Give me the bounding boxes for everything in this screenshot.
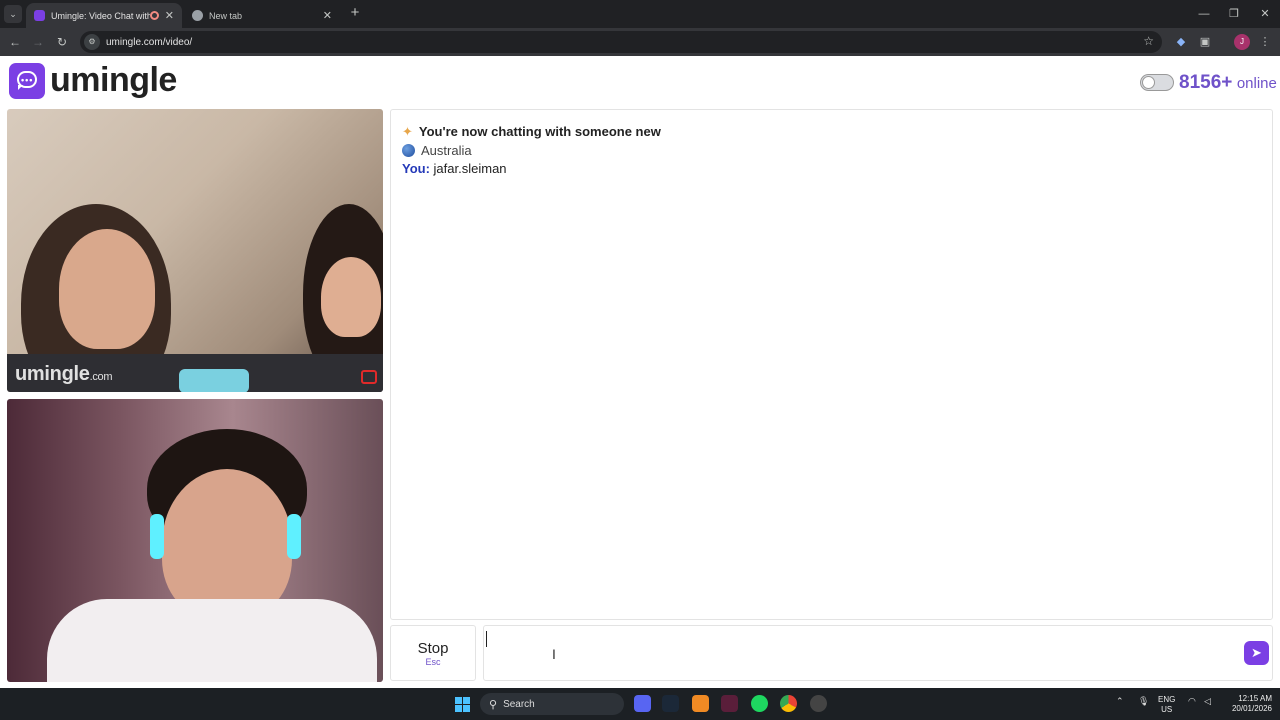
search-icon: ⚲ xyxy=(489,698,498,711)
stop-label: Stop xyxy=(417,640,449,657)
bookmark-star-icon[interactable]: ☆ xyxy=(1143,34,1154,48)
tab-title: New tab xyxy=(209,10,243,21)
sparkles-icon: ✦ xyxy=(402,124,413,139)
self-video xyxy=(7,399,383,682)
url-text: umingle.com/video/ xyxy=(106,36,193,48)
restore-icon[interactable]: ❐ xyxy=(1219,0,1249,28)
close-window-icon[interactable]: ✕ xyxy=(1250,0,1280,28)
logo-text[interactable]: umingle xyxy=(50,61,177,100)
chrome-favicon-icon xyxy=(192,10,203,21)
stop-shortcut: Esc xyxy=(425,657,441,667)
report-flag-icon[interactable] xyxy=(361,370,377,384)
profile-avatar[interactable]: J xyxy=(1234,34,1250,50)
online-count: 8156+ xyxy=(1179,72,1233,93)
browser-tab-bar: ⌄ Umingle: Video Chat with S ✕ New tab ✕… xyxy=(0,0,1280,28)
umingle-logo-icon[interactable]: ••• xyxy=(9,63,45,99)
toggle-knob xyxy=(1142,76,1155,89)
chat-log[interactable]: ✦ You're now chatting with someone new Au… xyxy=(390,109,1273,620)
stranger-person-2 xyxy=(321,257,381,337)
app-maroon-icon[interactable] xyxy=(721,695,738,712)
video-watermark: umingle.com xyxy=(15,363,113,385)
site-info-icon[interactable]: ⚙ xyxy=(84,34,100,50)
tab-search-icon[interactable]: ⌄ xyxy=(4,5,22,23)
forward-icon[interactable]: → xyxy=(29,33,47,51)
steam-icon[interactable] xyxy=(662,695,679,712)
back-icon[interactable]: ← xyxy=(6,33,24,51)
taskbar-search[interactable]: ⚲ Search xyxy=(480,693,624,715)
app-orange-icon[interactable] xyxy=(692,695,709,712)
extensions-puzzle-icon[interactable]: ▣ xyxy=(1197,34,1213,50)
tab-title: Umingle: Video Chat with S xyxy=(51,10,150,21)
umingle-favicon-icon xyxy=(34,10,45,21)
app-gear-icon[interactable] xyxy=(810,695,827,712)
system-message: ✦ You're now chatting with someone new xyxy=(402,124,661,139)
microphone-icon[interactable]: 🎙 xyxy=(1138,696,1149,707)
online-counter: 8156+ online xyxy=(1179,72,1277,94)
you-label: You: xyxy=(402,161,430,176)
discord-icon[interactable] xyxy=(634,695,651,712)
ibeam-cursor-icon: I xyxy=(552,646,556,662)
tab-umingle[interactable]: Umingle: Video Chat with S ✕ xyxy=(26,3,182,28)
stop-button[interactable]: Stop Esc xyxy=(390,625,476,681)
send-button[interactable]: ➤ xyxy=(1244,641,1269,665)
tab-new-tab[interactable]: New tab ✕ xyxy=(184,3,340,28)
theme-toggle[interactable] xyxy=(1140,74,1174,91)
new-tab-plus-icon[interactable]: + xyxy=(346,4,364,22)
minimize-icon[interactable]: — xyxy=(1189,0,1219,28)
you-value: jafar.sleiman xyxy=(433,161,507,176)
tray-chevron-icon[interactable]: ⌃ xyxy=(1116,696,1124,707)
stranger-video: umingle.com xyxy=(7,109,383,392)
chrome-icon[interactable] xyxy=(780,695,797,712)
country-line: Australia xyxy=(402,143,472,158)
close-tab-icon[interactable]: ✕ xyxy=(323,9,332,22)
recording-indicator-icon xyxy=(149,11,159,20)
headset-light xyxy=(150,514,164,559)
windows-start-icon[interactable] xyxy=(455,697,470,712)
volume-icon[interactable]: ◁ xyxy=(1204,696,1211,707)
language-indicator[interactable]: ENG US xyxy=(1158,695,1175,715)
text-caret xyxy=(486,631,487,647)
online-label: online xyxy=(1236,75,1277,92)
browser-toolbar: ← → ↻ ⚙ umingle.com/video/ ☆ ◆ ▣ J ⋮ xyxy=(0,28,1280,56)
message-input[interactable] xyxy=(483,625,1273,681)
chrome-menu-icon[interactable]: ⋮ xyxy=(1257,34,1273,50)
spotify-icon[interactable] xyxy=(751,695,768,712)
reload-icon[interactable]: ↻ xyxy=(53,33,71,51)
windows-taskbar: ⚲ Search ⌃ 🎙 ENG US ◠ ◁ 12:15 AM 20/01/2… xyxy=(0,688,1280,720)
system-clock[interactable]: 12:15 AM 20/01/2026 xyxy=(1222,694,1272,714)
close-tab-icon[interactable]: ✕ xyxy=(165,9,174,22)
headset-light xyxy=(287,514,301,559)
stranger-person-1 xyxy=(59,229,155,349)
wifi-icon[interactable]: ◠ xyxy=(1188,696,1196,707)
taskbar-search-label: Search xyxy=(503,698,535,710)
extension-icon[interactable]: ◆ xyxy=(1173,34,1189,50)
self-person xyxy=(162,469,292,619)
address-bar[interactable]: ⚙ umingle.com/video/ ☆ xyxy=(80,31,1162,53)
you-line: You: jafar.sleiman xyxy=(402,161,507,176)
globe-icon xyxy=(402,144,415,157)
